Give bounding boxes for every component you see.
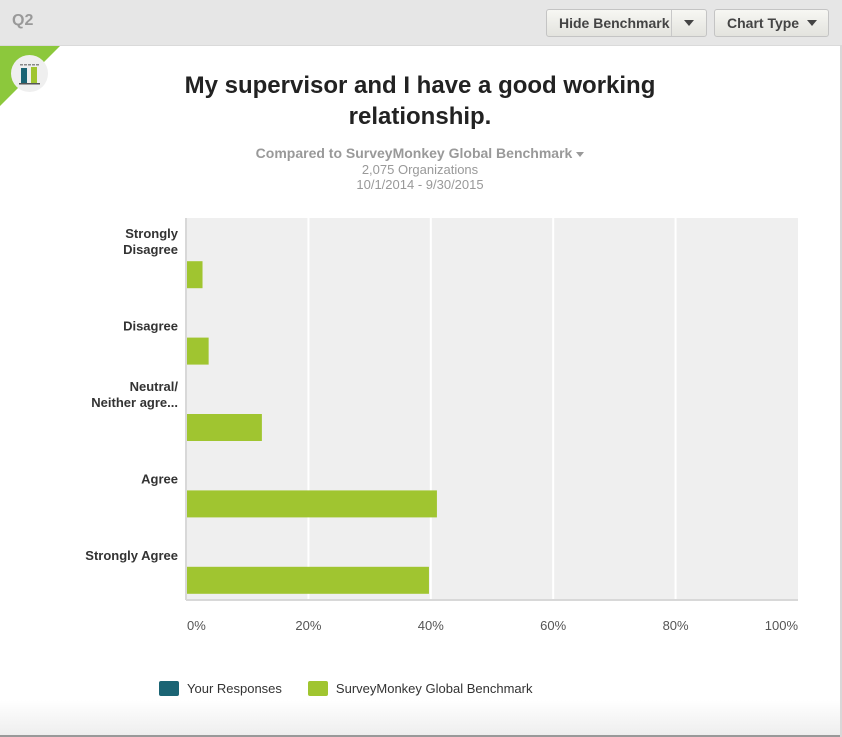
panel-footer bbox=[0, 700, 842, 737]
x-tick-label: 0% bbox=[187, 618, 206, 633]
bar-benchmark bbox=[187, 490, 437, 518]
category-label: Agree bbox=[141, 471, 178, 486]
category-label: Disagree bbox=[123, 242, 178, 257]
category-label: Neutral/ bbox=[130, 379, 179, 394]
legend: Your Responses SurveyMonkey Global Bench… bbox=[159, 681, 558, 696]
category-label: Disagree bbox=[123, 319, 178, 334]
x-tick-label: 20% bbox=[295, 618, 321, 633]
legend-item-benchmark[interactable]: SurveyMonkey Global Benchmark bbox=[307, 681, 533, 696]
plot-area bbox=[186, 218, 798, 600]
x-tick-label: 100% bbox=[765, 618, 799, 633]
x-tick-label: 40% bbox=[418, 618, 444, 633]
x-tick-label: 80% bbox=[663, 618, 689, 633]
category-label: Strongly Agree bbox=[85, 548, 178, 563]
legend-label: Your Responses bbox=[187, 681, 282, 696]
bar-benchmark bbox=[187, 566, 429, 594]
legend-item-your-responses[interactable]: Your Responses bbox=[159, 681, 282, 696]
bar-benchmark bbox=[187, 261, 203, 289]
category-label: Strongly bbox=[125, 226, 178, 241]
category-label: Neither agre... bbox=[91, 395, 178, 410]
legend-swatch-benchmark bbox=[307, 681, 328, 696]
bar-chart: StronglyDisagreeDisagreeNeutral/Neither … bbox=[85, 218, 799, 633]
bar-benchmark bbox=[187, 337, 209, 365]
bar-benchmark bbox=[187, 414, 262, 441]
legend-label: SurveyMonkey Global Benchmark bbox=[335, 681, 533, 696]
legend-swatch-your-responses bbox=[159, 681, 179, 696]
x-tick-label: 60% bbox=[540, 618, 566, 633]
